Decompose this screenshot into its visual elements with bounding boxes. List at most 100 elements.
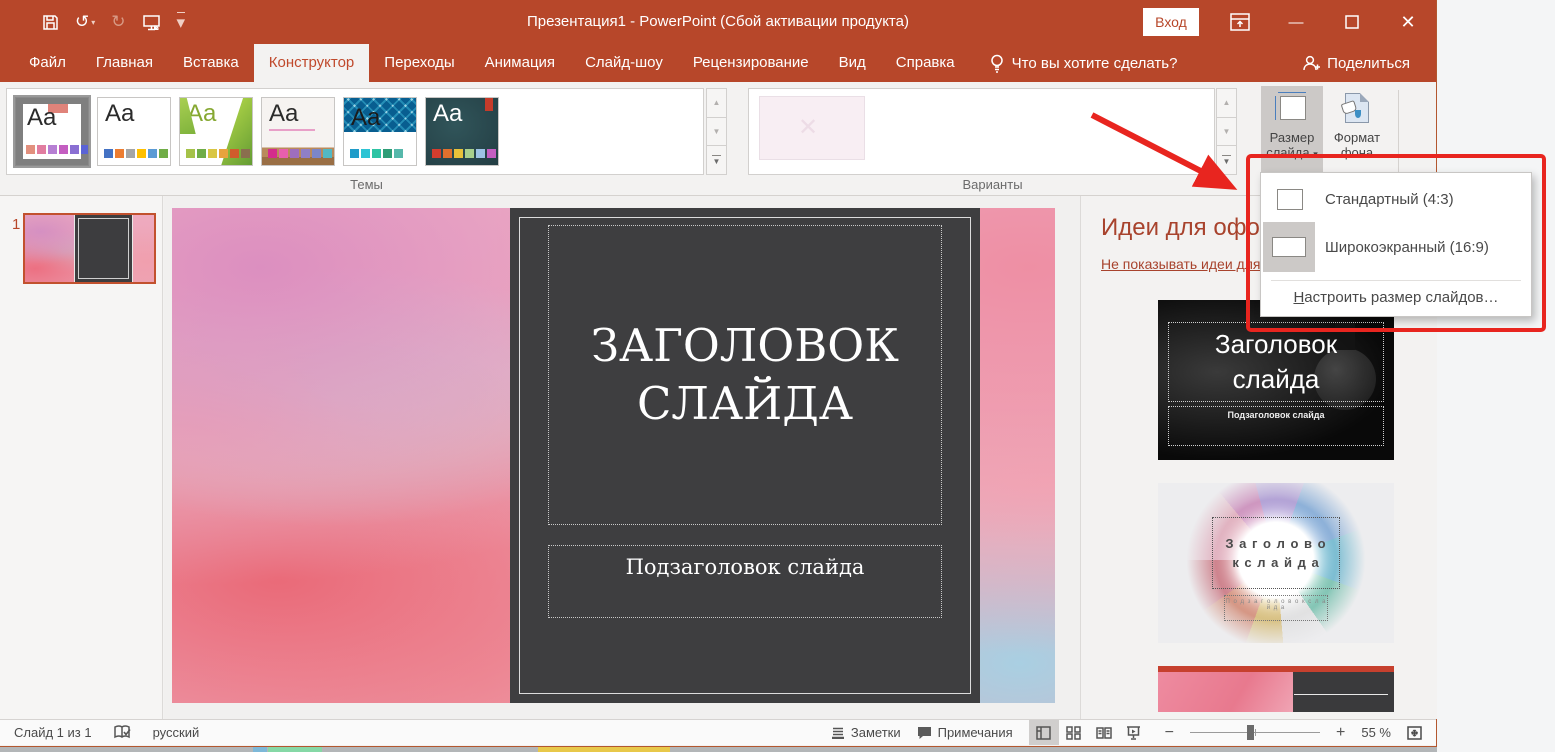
close-button[interactable]: ✕ [1380, 0, 1436, 44]
undo-caret-icon[interactable]: ▾ [91, 18, 95, 27]
tab-file[interactable]: Файл [14, 44, 81, 82]
standard-4-3-icon [1277, 189, 1303, 210]
theme-card[interactable]: Aa [179, 97, 253, 166]
zoom-out-button[interactable]: − [1165, 724, 1174, 742]
variants-group-label: Варианты [748, 177, 1237, 192]
design-idea-thumbnail-partial[interactable] [1158, 666, 1394, 712]
ribbon-display-options-button[interactable] [1212, 0, 1268, 44]
widescreen-16-9-icon-selected [1263, 222, 1315, 272]
undo-button[interactable]: ↺▾ [75, 12, 95, 32]
tab-animations[interactable]: Анимация [470, 44, 570, 82]
slide-size-icon [1275, 94, 1309, 124]
menu-item-custom-size[interactable]: Настроить размер слайдов… [1261, 281, 1531, 312]
tab-home[interactable]: Главная [81, 44, 168, 82]
desktop-strip [0, 747, 1437, 752]
format-background-icon [1341, 93, 1373, 125]
comments-button[interactable]: Примечания [917, 725, 1013, 740]
tab-review[interactable]: Рецензирование [678, 44, 824, 82]
redo-button-disabled: ↻ [111, 12, 125, 32]
slide-title-text: ЗАГОЛОВОК СЛАЙДА [565, 317, 925, 434]
gallery-more-icon[interactable]: ▼ [1216, 146, 1237, 175]
swatch [476, 149, 485, 158]
theme-card[interactable]: Aa [97, 97, 171, 166]
swatch [126, 149, 135, 158]
swatch [443, 149, 452, 158]
slideshow-view-button[interactable] [1119, 720, 1149, 745]
status-bar: Слайд 1 из 1 русский Заметки Примечания [0, 719, 1436, 745]
theme-card[interactable]: Aa [343, 97, 417, 166]
zoom-slider-handle[interactable] [1247, 725, 1254, 740]
normal-view-button[interactable] [1029, 720, 1059, 745]
swatch [37, 145, 46, 154]
theme-card[interactable]: Aa [261, 97, 335, 166]
slide-thumbnail-pane: 1 [0, 196, 163, 719]
swatch [159, 149, 168, 158]
swatch [148, 149, 157, 158]
sign-in-button[interactable]: Вход [1143, 8, 1199, 36]
reading-view-button[interactable] [1089, 720, 1119, 745]
format-background-button[interactable]: Формат фона [1326, 86, 1388, 174]
slide-number: 1 [12, 216, 20, 233]
swatch [104, 149, 113, 158]
notes-button[interactable]: Заметки [831, 725, 901, 740]
tab-insert[interactable]: Вставка [168, 44, 254, 82]
language-indicator[interactable]: русский [153, 725, 200, 740]
fit-to-window-button[interactable] [1407, 726, 1422, 740]
tab-slideshow[interactable]: Слайд-шоу [570, 44, 678, 82]
subtitle-placeholder[interactable]: Подзаголовок слайда [548, 545, 942, 618]
minimize-button[interactable]: — [1268, 0, 1324, 44]
swatch [137, 149, 146, 158]
title-placeholder[interactable]: ЗАГОЛОВОК СЛАЙДА [548, 225, 942, 525]
swatch [312, 149, 321, 158]
scroll-down-icon[interactable]: ▼ [706, 118, 727, 147]
scroll-up-icon[interactable]: ▲ [706, 88, 727, 118]
slide-size-menu: Стандартный (4:3) Широкоэкранный (16:9) … [1260, 172, 1532, 317]
swatch [394, 149, 403, 158]
save-icon[interactable] [42, 14, 59, 31]
zoom-slider[interactable] [1190, 720, 1320, 745]
idea-title-box: З а г о л о в о к с л а й д а [1212, 517, 1340, 589]
swatch [186, 149, 195, 158]
theme-card-current[interactable]: Aa [15, 97, 89, 166]
design-idea-thumbnail-dark[interactable]: Заголовок слайда Подзаголовок слайда [1158, 300, 1394, 460]
swatch [350, 149, 359, 158]
swatch [70, 145, 79, 154]
customize-qat-button[interactable]: ▾ [177, 12, 186, 33]
zoom-in-button[interactable]: + [1336, 724, 1345, 742]
tab-design[interactable]: Конструктор [254, 44, 370, 82]
slide-size-button[interactable]: Размер слайда ▾ [1261, 86, 1323, 174]
idea-pink-half [1158, 672, 1293, 712]
dropdown-caret-icon: ▾ [1313, 149, 1318, 159]
slide-1-thumbnail[interactable] [23, 213, 156, 284]
variants-gallery [748, 88, 1215, 175]
scroll-up-icon[interactable]: ▲ [1216, 88, 1237, 118]
tab-help[interactable]: Справка [881, 44, 970, 82]
swatch [241, 149, 250, 158]
swatch [230, 149, 239, 158]
design-idea-thumbnail-petals[interactable]: З а г о л о в о к с л а й д а П о д з а … [1158, 483, 1394, 643]
slide-canvas[interactable]: ЗАГОЛОВОК СЛАЙДА Подзаголовок слайда [172, 208, 1055, 703]
variant-thumbnail[interactable] [759, 96, 865, 160]
maximize-button[interactable] [1324, 0, 1380, 44]
gallery-more-icon[interactable]: ▼ [706, 146, 727, 175]
theme-card[interactable]: Aa [425, 97, 499, 166]
zoom-percentage[interactable]: 55 % [1361, 725, 1391, 740]
spellcheck-icon[interactable] [114, 725, 131, 740]
menu-item-standard[interactable]: Стандартный (4:3) [1261, 179, 1531, 222]
swatch [465, 149, 474, 158]
idea-divider-line [1294, 694, 1388, 695]
tab-view[interactable]: Вид [824, 44, 881, 82]
comment-icon [917, 726, 932, 740]
swatch [301, 149, 310, 158]
scroll-down-icon[interactable]: ▼ [1216, 118, 1237, 147]
tell-me-box[interactable]: Что вы хотите сделать? [990, 44, 1178, 82]
slide-sorter-view-button[interactable] [1059, 720, 1089, 745]
start-slideshow-icon[interactable] [142, 14, 161, 31]
menu-item-widescreen[interactable]: Широкоэкранный (16:9) [1261, 222, 1531, 272]
themes-gallery: Aa Aa [6, 88, 704, 175]
swatch [361, 149, 370, 158]
share-button[interactable]: Поделиться [1302, 44, 1410, 82]
title-bar: ↺▾ ↻ ▾ Презентация1 - PowerPoint (Сбой а… [0, 0, 1436, 44]
tab-transitions[interactable]: Переходы [369, 44, 469, 82]
quick-access-toolbar: ↺▾ ↻ ▾ [42, 0, 185, 44]
